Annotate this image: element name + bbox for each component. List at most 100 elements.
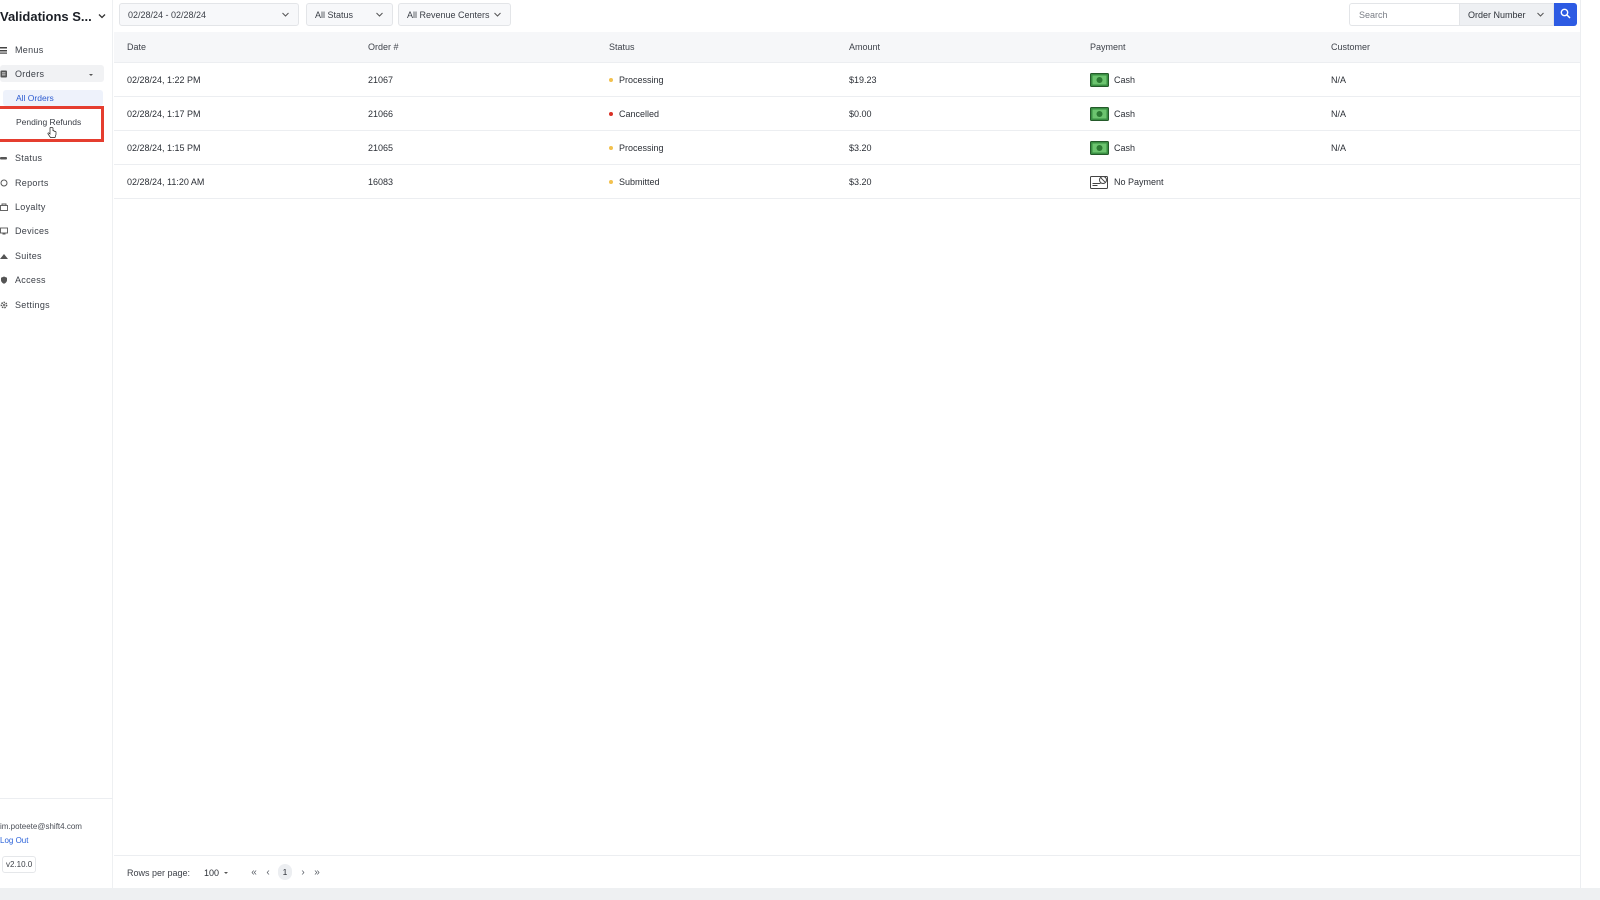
sidebar-item-label: Devices (15, 225, 50, 236)
cell-order-number: 21067 (368, 75, 394, 85)
rows-per-page-value: 100 (204, 868, 220, 878)
table-row[interactable]: 02/28/24, 1:17 PM 21066 Cancelled $0.00 … (114, 97, 1580, 131)
menus-icon (0, 46, 8, 54)
status-label: Cancelled (619, 109, 660, 119)
cell-payment: Cash (1090, 107, 1135, 121)
sidebar-item-label: Loyalty (15, 201, 46, 212)
sidebar-item-menus[interactable]: Menus (0, 41, 104, 58)
sidebar-subitem-all-orders[interactable]: All Orders (3, 90, 103, 106)
chevron-down-icon (281, 10, 290, 19)
cell-order-number: 16083 (368, 177, 394, 187)
suites-icon (0, 252, 8, 260)
status-label: Submitted (619, 177, 660, 187)
sidebar-item-label: Orders (15, 68, 45, 79)
rows-per-page-select[interactable]: 100 (204, 868, 229, 878)
status-dot-icon (609, 112, 613, 116)
sidebar-item-suites[interactable]: Suites (0, 247, 104, 264)
cash-icon (1090, 107, 1109, 121)
table-row[interactable]: 02/28/24, 1:15 PM 21065 Processing $3.20… (114, 131, 1580, 165)
sidebar-item-orders[interactable]: Orders (0, 65, 104, 82)
search-type-select[interactable]: Order Number (1459, 3, 1554, 26)
cell-status: Cancelled (609, 109, 659, 119)
venue-name: Validations S... (0, 8, 92, 24)
chevron-down-icon (1536, 10, 1545, 19)
loyalty-icon (0, 203, 8, 211)
cash-icon (1090, 73, 1109, 87)
cell-payment: Cash (1090, 73, 1135, 87)
shield-icon (0, 276, 8, 284)
chevron-down-icon (375, 10, 384, 19)
venue-selector[interactable]: Validations S... (0, 7, 113, 25)
first-page-button[interactable]: « (247, 864, 261, 880)
column-header-payment[interactable]: Payment (1090, 42, 1126, 52)
search-icon (1560, 8, 1571, 21)
status-filter[interactable]: All Status (306, 3, 393, 26)
column-header-amount[interactable]: Amount (849, 42, 880, 52)
sidebar-item-label: Status (15, 152, 43, 163)
search-input[interactable] (1349, 3, 1459, 26)
column-header-date[interactable]: Date (127, 42, 146, 52)
sidebar-item-label: Settings (15, 299, 50, 310)
rows-per-page-label: Rows per page: (127, 868, 191, 878)
sidebar-item-devices[interactable]: Devices (0, 222, 104, 239)
sidebar-item-label: Reports (15, 177, 49, 188)
cell-customer: N/A (1331, 75, 1347, 85)
column-header-status[interactable]: Status (609, 42, 635, 52)
search-button[interactable] (1554, 3, 1577, 26)
status-dot-icon (609, 180, 613, 184)
cell-order-number: 21065 (368, 143, 394, 153)
table-header: Date Order # Status Amount Payment Custo… (114, 32, 1580, 63)
payment-label: Cash (1114, 75, 1136, 85)
search-type-value: Order Number (1468, 9, 1526, 20)
revenue-center-value: All Revenue Centers (407, 9, 490, 20)
status-filter-value: All Status (315, 9, 354, 20)
caret-down-icon (88, 70, 94, 80)
cell-status: Processing (609, 143, 664, 153)
sidebar-item-loyalty[interactable]: Loyalty (0, 198, 104, 215)
caret-down-icon (223, 868, 229, 878)
cell-date: 02/28/24, 1:15 PM (127, 143, 201, 153)
sidebar-item-settings[interactable]: Settings (0, 296, 104, 313)
hand-cursor-icon (47, 127, 57, 139)
status-label: Processing (619, 143, 664, 153)
logout-link[interactable]: Log Out (0, 836, 28, 845)
sidebar-item-label: Access (15, 274, 46, 285)
page-number[interactable]: 1 (278, 864, 292, 880)
column-header-order[interactable]: Order # (368, 42, 399, 52)
cell-order-number: 21066 (368, 109, 394, 119)
orders-table: Date Order # Status Amount Payment Custo… (114, 32, 1580, 199)
column-header-customer[interactable]: Customer (1331, 42, 1370, 52)
cell-customer: N/A (1331, 109, 1347, 119)
sidebar-item-status[interactable]: Status (0, 149, 104, 166)
status-dot-icon (609, 78, 613, 82)
cell-amount: $3.20 (849, 143, 872, 153)
status-dot-icon (609, 146, 613, 150)
cell-amount: $0.00 (849, 109, 872, 119)
sidebar-item-access[interactable]: Access (0, 271, 104, 288)
sidebar-divider (0, 798, 113, 799)
reports-icon (0, 179, 8, 187)
status-label: Processing (619, 75, 664, 85)
sidebar-item-label: Suites (15, 250, 42, 261)
status-icon (0, 154, 8, 162)
cell-payment: No Payment (1090, 175, 1164, 189)
prev-page-button[interactable]: ‹ (261, 864, 275, 880)
cell-status: Submitted (609, 177, 660, 187)
table-row[interactable]: 02/28/24, 11:20 AM 16083 Submitted $3.20… (114, 165, 1580, 199)
window-edge (1580, 0, 1600, 888)
payment-label: Cash (1114, 143, 1136, 153)
cell-date: 02/28/24, 1:22 PM (127, 75, 201, 85)
sidebar-item-reports[interactable]: Reports (0, 174, 104, 191)
date-range-picker[interactable]: 02/28/24 - 02/28/24 (119, 3, 299, 26)
user-email: im.poteete@shift4.com (0, 822, 82, 831)
chevron-down-icon (97, 11, 107, 21)
last-page-button[interactable]: » (310, 864, 324, 880)
date-range-value: 02/28/24 - 02/28/24 (128, 9, 207, 20)
cell-amount: $3.20 (849, 177, 872, 187)
next-page-button[interactable]: › (296, 864, 310, 880)
bottom-bar (0, 888, 1600, 900)
table-row[interactable]: 02/28/24, 1:22 PM 21067 Processing $19.2… (114, 63, 1580, 97)
revenue-center-filter[interactable]: All Revenue Centers (398, 3, 511, 26)
devices-icon (0, 227, 8, 235)
version-badge: v2.10.0 (2, 856, 37, 873)
